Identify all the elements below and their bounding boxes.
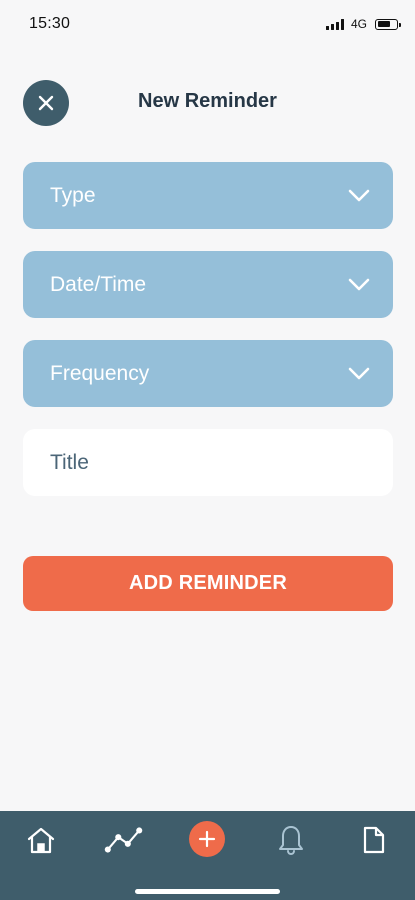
page-title: New Reminder [138, 90, 277, 112]
tab-notifications[interactable] [271, 822, 311, 858]
home-indicator [135, 889, 280, 894]
home-icon [27, 827, 55, 854]
battery-fill [377, 21, 390, 27]
type-dropdown-label: Type [50, 183, 96, 207]
title-input[interactable] [23, 429, 393, 496]
battery-icon [375, 18, 401, 30]
chevron-down-icon [348, 367, 370, 381]
title-field-container [23, 429, 393, 496]
network-label: 4G [350, 17, 367, 31]
type-dropdown[interactable]: Type [23, 162, 393, 229]
tab-home[interactable] [21, 822, 61, 858]
tab-stats[interactable] [104, 822, 144, 858]
signal-icon [325, 18, 344, 30]
add-fab-button[interactable] [189, 821, 225, 857]
datetime-dropdown[interactable]: Date/Time [23, 251, 393, 318]
bottom-tab-bar [0, 811, 415, 900]
bell-icon [279, 826, 303, 856]
tab-documents[interactable] [354, 822, 394, 858]
frequency-dropdown-label: Frequency [50, 361, 150, 385]
header: New Reminder [0, 78, 415, 126]
plus-icon [198, 830, 216, 848]
frequency-dropdown[interactable]: Frequency [23, 340, 393, 407]
new-reminder-screen: 15:30 4G New Reminder Type Date/Time Fre… [0, 0, 415, 900]
chart-line-icon [104, 827, 143, 853]
status-indicators: 4G [325, 17, 401, 31]
chevron-down-icon [348, 189, 370, 203]
add-reminder-button[interactable]: ADD REMINDER [23, 556, 393, 611]
chevron-down-icon [348, 278, 370, 292]
status-bar: 15:30 4G [0, 0, 415, 48]
document-icon [363, 826, 385, 854]
datetime-dropdown-label: Date/Time [50, 272, 147, 296]
status-time: 15:30 [29, 15, 71, 32]
